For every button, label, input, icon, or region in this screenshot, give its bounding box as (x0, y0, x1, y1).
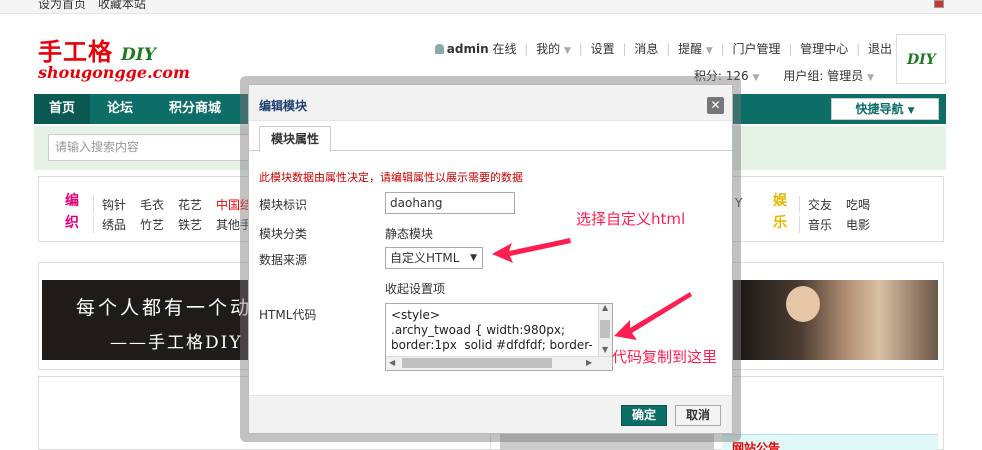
arrow-to-select (492, 238, 571, 263)
arrow-to-code (614, 292, 692, 340)
annotation-select-html: 选择自定义html (576, 210, 686, 228)
annotation-paste-code: 代码复制到这里 (612, 348, 718, 366)
annotation-arrows (492, 238, 692, 340)
